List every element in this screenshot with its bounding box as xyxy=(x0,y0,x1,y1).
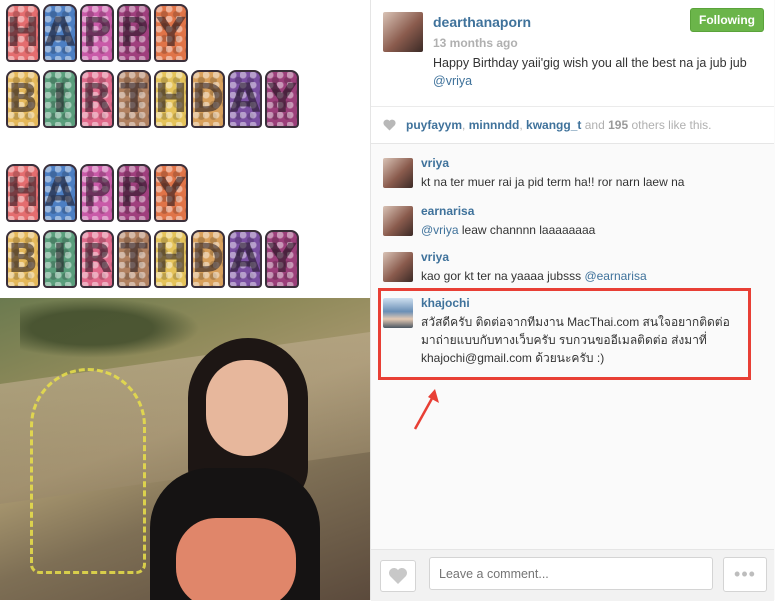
comment-item: vriya kao gor kt ter na yaaaa jubsss @ea… xyxy=(371,250,774,292)
post-image: H A P P Y B I R T H D A Y H A P P Y B I … xyxy=(0,0,370,600)
banner-letter: P xyxy=(80,4,114,62)
photo-person-face xyxy=(206,360,288,456)
more-options-button[interactable]: ••• xyxy=(723,557,767,592)
liker-link[interactable]: minnndd xyxy=(469,118,520,132)
banner-row-happy: H A P P Y xyxy=(6,164,188,222)
comment-body: leaw channnn laaaaaaaa xyxy=(461,223,596,237)
heart-outline-icon xyxy=(389,568,407,584)
following-button[interactable]: Following xyxy=(690,8,764,32)
birthday-banner-top: H A P P Y B I R T H D A Y xyxy=(0,0,370,150)
banner-letter: D xyxy=(191,230,225,288)
comment-text: @vriya leaw channnn laaaaaaaa xyxy=(421,221,756,239)
comment-input[interactable] xyxy=(429,557,713,590)
liker-link[interactable]: puyfayym xyxy=(406,118,462,132)
likes-count[interactable]: 195 xyxy=(608,118,628,132)
comment-text: kt na ter muer rai ja pid term ha!! ror … xyxy=(421,175,685,189)
comment-body: kao gor kt ter na yaaaa jubsss xyxy=(421,269,582,283)
red-arrow-icon xyxy=(413,389,439,430)
banner-letter: Y xyxy=(265,230,299,288)
likes-summary: puyfayym, minnndd, kwangg_t and 195 othe… xyxy=(406,118,712,132)
comment-footer: ••• xyxy=(371,549,774,601)
post-timestamp[interactable]: 13 months ago xyxy=(433,36,518,50)
red-highlight-box xyxy=(378,288,751,380)
banner-letter: H xyxy=(154,70,188,128)
banner-letter: T xyxy=(117,70,151,128)
heart-icon xyxy=(383,119,396,134)
banner-letter: P xyxy=(117,4,151,62)
banner-letter: I xyxy=(43,230,77,288)
comment-text: kao gor kt ter na yaaaa jubsss @earnaris… xyxy=(421,267,756,285)
banner-letter: A xyxy=(43,4,77,62)
birthday-banner-bottom: H A P P Y B I R T H D A Y xyxy=(0,150,370,300)
commenter-avatar[interactable] xyxy=(383,206,413,236)
photo-person-legs xyxy=(176,518,296,600)
comment-username[interactable]: vriya xyxy=(421,156,449,170)
comment-mention[interactable]: @earnarisa xyxy=(584,269,646,283)
banner-row-birthday: B I R T H D A Y xyxy=(6,230,299,288)
banner-letter: A xyxy=(228,70,262,128)
author-avatar[interactable] xyxy=(383,12,423,52)
banner-letter: A xyxy=(228,230,262,288)
caption-mention[interactable]: @vriya xyxy=(433,74,472,88)
comment-list: vriya kt na ter muer rai ja pid term ha!… xyxy=(371,144,774,549)
banner-letter: H xyxy=(6,164,40,222)
post-caption: Happy Birthday yaii'gig wish you all the… xyxy=(433,54,753,90)
banner-letter: T xyxy=(117,230,151,288)
banner-letter: I xyxy=(43,70,77,128)
photo-leaves xyxy=(20,298,200,358)
commenter-avatar[interactable] xyxy=(383,252,413,282)
liker-link[interactable]: kwangg_t xyxy=(526,118,581,132)
banner-letter: B xyxy=(6,70,40,128)
banner-letter: H xyxy=(154,230,188,288)
banner-letter: Y xyxy=(154,4,188,62)
banner-row-happy: H A P P Y xyxy=(6,4,188,62)
comment-username[interactable]: vriya xyxy=(421,250,449,264)
banner-letter: R xyxy=(80,230,114,288)
comment-item: vriya kt na ter muer rai ja pid term ha!… xyxy=(371,156,774,198)
author-username[interactable]: dearthanaporn xyxy=(433,14,531,30)
banner-letter: A xyxy=(43,164,77,222)
commenter-avatar[interactable] xyxy=(383,158,413,188)
banner-letter: D xyxy=(191,70,225,128)
caption-text: Happy Birthday yaii'gig wish you all the… xyxy=(433,56,747,70)
banner-letter: H xyxy=(6,4,40,62)
banner-row-birthday: B I R T H D A Y xyxy=(6,70,299,128)
selfie-photo xyxy=(0,298,370,600)
comment-mention[interactable]: @vriya xyxy=(421,223,459,237)
comment-item: earnarisa @vriya leaw channnn laaaaaaaa xyxy=(371,204,774,246)
likes-bar: puyfayym, minnndd, kwangg_t and 195 othe… xyxy=(371,107,774,144)
banner-letter: R xyxy=(80,70,114,128)
banner-letter: P xyxy=(80,164,114,222)
likes-and: and xyxy=(584,118,605,132)
banner-letter: Y xyxy=(265,70,299,128)
banner-letter: B xyxy=(6,230,40,288)
banner-letter: P xyxy=(117,164,151,222)
like-button[interactable] xyxy=(380,560,416,592)
post-header: dearthanaporn 13 months ago Happy Birthd… xyxy=(371,0,774,107)
likes-suffix: others like this. xyxy=(631,118,712,132)
photo-doodle xyxy=(30,368,146,574)
banner-letter: Y xyxy=(154,164,188,222)
post-detail-panel: dearthanaporn 13 months ago Happy Birthd… xyxy=(370,0,775,601)
comment-username[interactable]: earnarisa xyxy=(421,204,474,218)
